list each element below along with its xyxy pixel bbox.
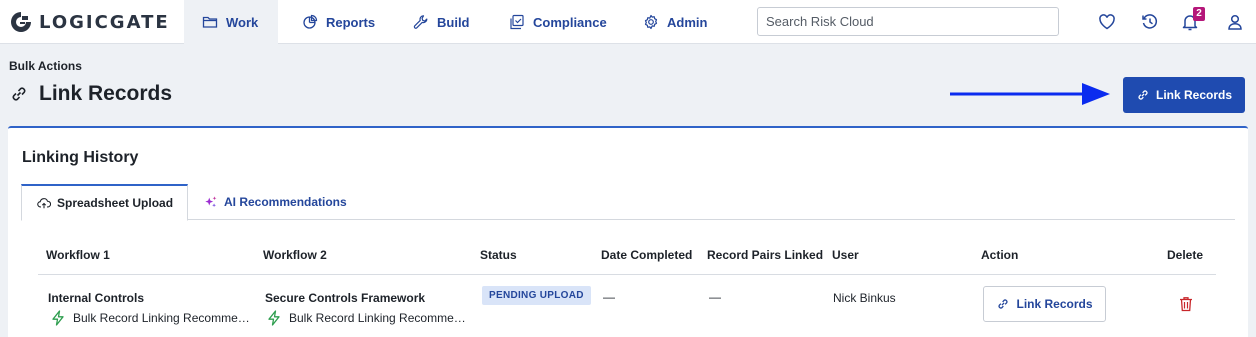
link-icon (1138, 90, 1148, 100)
page-header: Link Records (9, 82, 172, 106)
card-title: Linking History (22, 149, 139, 166)
workflow-1-name[interactable]: Internal Controls (48, 291, 144, 305)
history-button[interactable] (1140, 12, 1160, 32)
lightning-icon (52, 310, 64, 326)
tab-ai-recommendations-label: AI Recommendations (224, 195, 347, 209)
link-icon (998, 299, 1009, 309)
workflow-2-step-label: Bulk Record Linking Recomme… (289, 311, 466, 325)
sparkle-icon (205, 196, 217, 208)
user-name: Nick Binkus (833, 291, 896, 305)
trash-icon[interactable] (1179, 296, 1193, 312)
pie-chart-icon (303, 14, 318, 29)
column-header-date-completed[interactable]: Date Completed (601, 248, 692, 262)
user-icon (1228, 14, 1242, 30)
logo[interactable]: LOGICGATE (9, 9, 170, 35)
column-header-user[interactable]: User (832, 248, 859, 262)
cloud-upload-icon (37, 198, 51, 209)
search-input[interactable] (757, 7, 1059, 36)
nav-work[interactable]: Work (184, 0, 278, 44)
linking-history-card: Linking History Spreadsheet Upload AI Re… (8, 126, 1248, 337)
gear-icon (644, 14, 658, 30)
notification-count-badge: 2 (1193, 7, 1205, 21)
row-link-records-button-label: Link Records (1016, 297, 1093, 311)
record-pairs-linked-value: — (709, 290, 721, 304)
row-link-records-button[interactable]: Link Records (983, 286, 1106, 322)
nav-admin[interactable]: Admin (643, 0, 707, 44)
workflow-1-step[interactable]: Bulk Record Linking Recomme… (51, 310, 250, 326)
table-divider (38, 274, 1216, 275)
nav-build-label: Build (437, 14, 470, 30)
link-records-button[interactable]: Link Records (1123, 77, 1245, 113)
profile-button[interactable] (1225, 12, 1245, 32)
column-header-action: Action (981, 248, 1019, 262)
copy-check-icon (510, 14, 524, 30)
breadcrumb[interactable]: Bulk Actions (9, 59, 82, 73)
column-header-workflow-2[interactable]: Workflow 2 (263, 248, 327, 262)
tab-spreadsheet-upload[interactable]: Spreadsheet Upload (21, 184, 188, 221)
tab-spreadsheet-upload-label: Spreadsheet Upload (57, 196, 174, 210)
date-completed-value: — (603, 290, 615, 304)
brand-name: LOGICGATE (39, 11, 170, 33)
nav-build[interactable]: Build (413, 0, 470, 44)
top-nav: LOGICGATE Work Reports Build Compliance … (0, 0, 1256, 44)
tab-ai-recommendations[interactable]: AI Recommendations (204, 184, 347, 220)
favorites-button[interactable] (1097, 12, 1117, 32)
folder-icon (202, 16, 218, 28)
workflow-2-name[interactable]: Secure Controls Framework (265, 291, 425, 305)
column-header-record-pairs-linked[interactable]: Record Pairs Linked (707, 248, 823, 262)
lightning-icon (268, 310, 280, 326)
column-header-status[interactable]: Status (480, 248, 517, 262)
nav-reports[interactable]: Reports (302, 0, 375, 44)
workflow-1-step-label: Bulk Record Linking Recomme… (73, 311, 250, 325)
history-icon (1142, 14, 1158, 29)
link-records-button-label: Link Records (1155, 88, 1233, 102)
annotation-arrow (950, 83, 1110, 105)
page-title: Link Records (39, 82, 173, 105)
workflow-2-step[interactable]: Bulk Record Linking Recomme… (267, 310, 466, 326)
column-header-delete: Delete (1167, 248, 1204, 262)
wrench-icon (413, 15, 428, 29)
status-badge: PENDING UPLOAD (482, 286, 591, 305)
nav-work-label: Work (226, 14, 259, 30)
nav-compliance-label: Compliance (533, 14, 607, 30)
logicgate-logo-icon (11, 12, 31, 32)
heart-icon (1099, 14, 1115, 30)
tab-bar: Spreadsheet Upload AI Recommendations (21, 184, 1235, 221)
nav-reports-label: Reports (326, 14, 376, 30)
column-header-workflow-1[interactable]: Workflow 1 (46, 248, 110, 262)
nav-compliance[interactable]: Compliance (509, 0, 607, 44)
link-icon (12, 87, 26, 101)
nav-admin-label: Admin (667, 14, 708, 30)
